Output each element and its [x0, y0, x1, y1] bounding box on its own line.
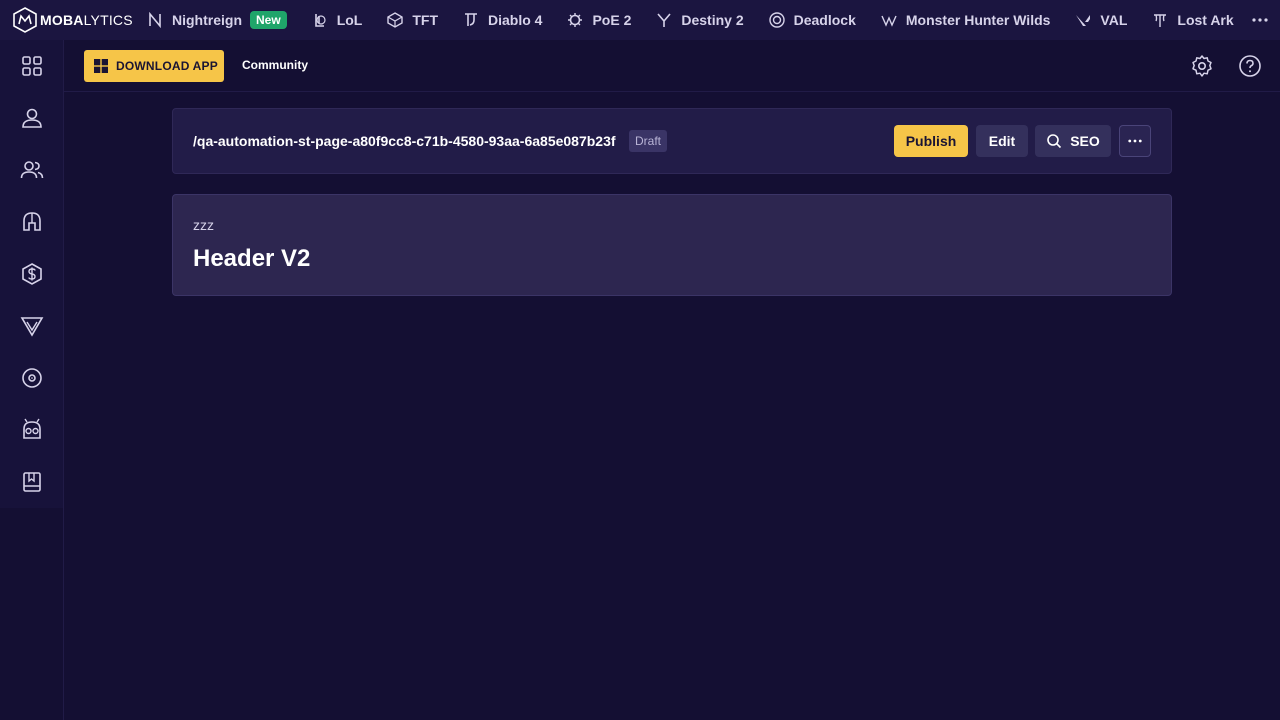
- more-horizontal-icon: [1128, 139, 1142, 143]
- mobalytics-logo-icon: [12, 7, 38, 33]
- tft-icon: [386, 11, 404, 29]
- poe-icon: [566, 11, 584, 29]
- nav-item-deadlock[interactable]: Deadlock: [756, 0, 868, 40]
- book-icon[interactable]: [0, 456, 63, 508]
- diablo-icon: [462, 11, 480, 29]
- nav-item-val[interactable]: VAL: [1062, 0, 1139, 40]
- nav-label: Deadlock: [793, 12, 856, 28]
- header-kicker: zzz: [193, 217, 214, 233]
- nav-label: LoL: [336, 12, 363, 28]
- seo-label: SEO: [1070, 133, 1100, 149]
- brand-name: MOBALYTICS: [40, 12, 133, 28]
- windows-icon: [94, 59, 108, 73]
- nav-label: Monster Hunter Wilds: [905, 12, 1051, 28]
- destiny-icon: [655, 11, 673, 29]
- nav-item-tft[interactable]: TFT: [374, 0, 450, 40]
- download-app-button[interactable]: DOWNLOAD APP: [84, 50, 224, 82]
- nav-item-poe-2[interactable]: PoE 2: [554, 0, 643, 40]
- nav-item-destiny-2[interactable]: Destiny 2: [643, 0, 755, 40]
- help-icon[interactable]: [1236, 52, 1264, 80]
- more-options-button[interactable]: [1119, 125, 1151, 157]
- nav-item-nightreign[interactable]: Nightreign New: [134, 0, 299, 40]
- nav-item-diablo-4[interactable]: Diablo 4: [450, 0, 554, 40]
- valorant-icon: [1074, 11, 1092, 29]
- gear-icon[interactable]: [1188, 52, 1216, 80]
- community-link[interactable]: Community: [242, 58, 308, 72]
- dollar-shield-icon[interactable]: [0, 248, 63, 300]
- nav-label: TFT: [412, 12, 438, 28]
- publish-button[interactable]: Publish: [894, 125, 968, 157]
- edit-button[interactable]: Edit: [976, 125, 1028, 157]
- users-icon[interactable]: [0, 144, 63, 196]
- helmet-icon[interactable]: [0, 196, 63, 248]
- user-icon[interactable]: [0, 92, 63, 144]
- nav-item-monster-hunter-wilds[interactable]: Monster Hunter Wilds: [868, 0, 1063, 40]
- disc-icon[interactable]: [0, 352, 63, 404]
- left-sidebar: [0, 40, 64, 720]
- page-path: /qa-automation-st-page-a80f9cc8-c71b-458…: [193, 133, 616, 149]
- page-path-bar: /qa-automation-st-page-a80f9cc8-c71b-458…: [172, 108, 1172, 174]
- lost-ark-icon: [1151, 11, 1169, 29]
- status-badge: Draft: [629, 130, 668, 152]
- v-shield-icon[interactable]: [0, 300, 63, 352]
- nav-item-lol[interactable]: LoL: [299, 0, 375, 40]
- lol-icon: [311, 11, 329, 29]
- monster-hunter-icon: [880, 11, 898, 29]
- nav-label: Destiny 2: [681, 12, 744, 28]
- grid-icon[interactable]: [0, 40, 63, 92]
- header-block-card[interactable]: zzz Header V2: [172, 194, 1172, 296]
- new-badge: New: [250, 11, 287, 29]
- search-icon: [1047, 134, 1062, 149]
- nav-label: PoE 2: [592, 12, 632, 28]
- nav-label: Diablo 4: [488, 12, 543, 28]
- nav-label: VAL: [1100, 12, 1128, 28]
- download-app-label: DOWNLOAD APP: [116, 59, 218, 73]
- robot-icon[interactable]: [0, 404, 63, 456]
- deadlock-icon: [768, 11, 786, 29]
- seo-button[interactable]: SEO: [1035, 125, 1111, 157]
- nightreign-icon: [146, 11, 164, 29]
- nav-item-lost-ark[interactable]: Lost Ark: [1139, 0, 1245, 40]
- brand[interactable]: MOBALYTICS: [0, 0, 134, 40]
- sub-header: DOWNLOAD APP Community: [64, 40, 1280, 92]
- header-title: Header V2: [193, 245, 311, 272]
- top-nav: MOBALYTICS Nightreign New LoL TFT Diablo…: [0, 0, 1280, 40]
- sidebar-panel: [0, 40, 63, 508]
- more-horizontal-icon[interactable]: [1250, 0, 1270, 40]
- nav-label: Lost Ark: [1177, 12, 1234, 28]
- nav-label: Nightreign: [172, 12, 242, 28]
